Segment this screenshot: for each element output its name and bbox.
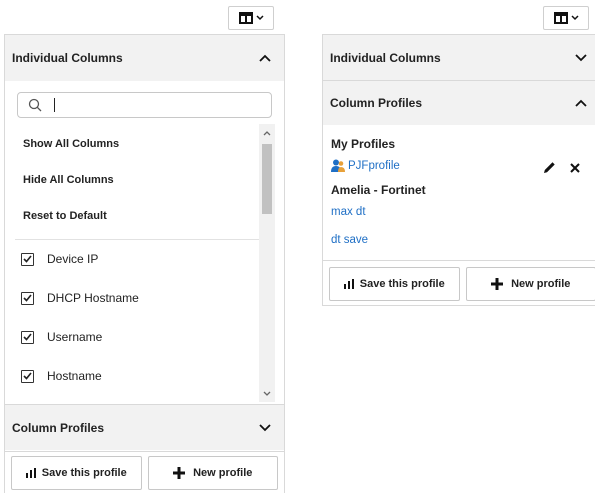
profile-footer: Save this profile New profile	[323, 260, 595, 305]
column-settings-panel-left: Individual Columns Show All Columns Hide…	[4, 34, 285, 493]
new-profile-label: New profile	[193, 467, 253, 479]
profile-link-max-dt[interactable]: max dt	[331, 206, 366, 218]
checkbox-checked-icon[interactable]	[21, 291, 34, 305]
column-profiles-header[interactable]: Column Profiles	[323, 80, 595, 125]
column-profiles-title: Column Profiles	[330, 96, 423, 110]
column-item-label: Device IP	[47, 252, 99, 266]
profile-link-pjfprofile[interactable]: PJFprofile	[331, 159, 400, 172]
plus-icon	[173, 467, 186, 479]
checkbox-checked-icon[interactable]	[21, 252, 34, 266]
close-icon[interactable]	[570, 162, 580, 173]
profile-footer: Save this profile New profile	[5, 451, 284, 493]
individual-columns-title: Individual Columns	[330, 50, 441, 65]
chevron-down-icon[interactable]	[258, 421, 272, 435]
plus-icon	[491, 278, 504, 290]
scrollbar-thumb[interactable]	[262, 144, 272, 214]
column-list-scrollbar[interactable]	[259, 124, 275, 402]
chevron-down-icon	[255, 15, 264, 21]
shared-profiles-heading: Amelia - Fortinet	[331, 183, 426, 197]
individual-columns-title: Individual Columns	[12, 51, 123, 65]
save-profile-button[interactable]: Save this profile	[11, 456, 142, 490]
column-chooser-button-left[interactable]	[228, 6, 274, 30]
hide-all-columns-link[interactable]: Hide All Columns	[23, 174, 114, 186]
new-profile-button[interactable]: New profile	[465, 267, 595, 301]
save-profile-label: Save this profile	[41, 467, 127, 479]
list-divider	[15, 239, 259, 240]
reset-to-default-link[interactable]: Reset to Default	[23, 210, 107, 222]
profile-link-label: PJFprofile	[348, 159, 400, 172]
my-profiles-heading: My Profiles	[331, 137, 396, 151]
column-item-label: Hostname	[47, 369, 102, 383]
save-profile-button[interactable]: Save this profile	[329, 267, 460, 301]
column-item-username[interactable]: Username	[21, 330, 102, 344]
bar-chart-icon	[343, 279, 354, 289]
pencil-icon[interactable]	[543, 161, 556, 174]
column-profiles-title: Column Profiles	[12, 420, 105, 435]
column-list: Show All Columns Hide All Columns Reset …	[5, 124, 284, 402]
scroll-up-arrow-icon[interactable]	[259, 126, 275, 140]
show-all-columns-link[interactable]: Show All Columns	[23, 138, 119, 150]
chevron-down-icon[interactable]	[574, 51, 588, 65]
user-icon	[331, 159, 345, 172]
save-profile-label: Save this profile	[359, 278, 445, 290]
columns-icon	[553, 12, 568, 24]
new-profile-button[interactable]: New profile	[147, 456, 278, 490]
search-icon	[18, 98, 52, 112]
chevron-up-icon[interactable]	[574, 96, 588, 110]
individual-columns-header[interactable]: Individual Columns	[5, 35, 284, 81]
checkbox-checked-icon[interactable]	[21, 330, 34, 344]
text-cursor	[54, 98, 55, 112]
new-profile-label: New profile	[511, 278, 571, 290]
chevron-down-icon	[570, 15, 579, 21]
column-profiles-header[interactable]: Column Profiles	[5, 404, 284, 450]
bar-chart-icon	[25, 468, 36, 478]
column-settings-panel-right: Individual Columns Column Profiles My Pr…	[322, 34, 595, 306]
columns-icon	[238, 12, 253, 24]
profile-link-dt-save[interactable]: dt save	[331, 234, 368, 246]
checkbox-checked-icon[interactable]	[21, 369, 34, 383]
column-chooser-button-right[interactable]	[543, 6, 589, 30]
column-item-label: DHCP Hostname	[47, 291, 139, 305]
column-search-input[interactable]	[59, 95, 219, 115]
chevron-up-icon[interactable]	[258, 51, 272, 65]
individual-columns-header[interactable]: Individual Columns	[323, 35, 595, 80]
column-item-label: Username	[47, 330, 103, 344]
profile-actions	[543, 161, 580, 174]
column-item-dhcp-hostname[interactable]: DHCP Hostname	[21, 291, 139, 305]
scroll-down-arrow-icon[interactable]	[259, 386, 275, 400]
column-item-hostname[interactable]: Hostname	[21, 369, 102, 383]
column-item-device-ip[interactable]: Device IP	[21, 252, 98, 266]
column-search-box[interactable]	[17, 92, 272, 118]
